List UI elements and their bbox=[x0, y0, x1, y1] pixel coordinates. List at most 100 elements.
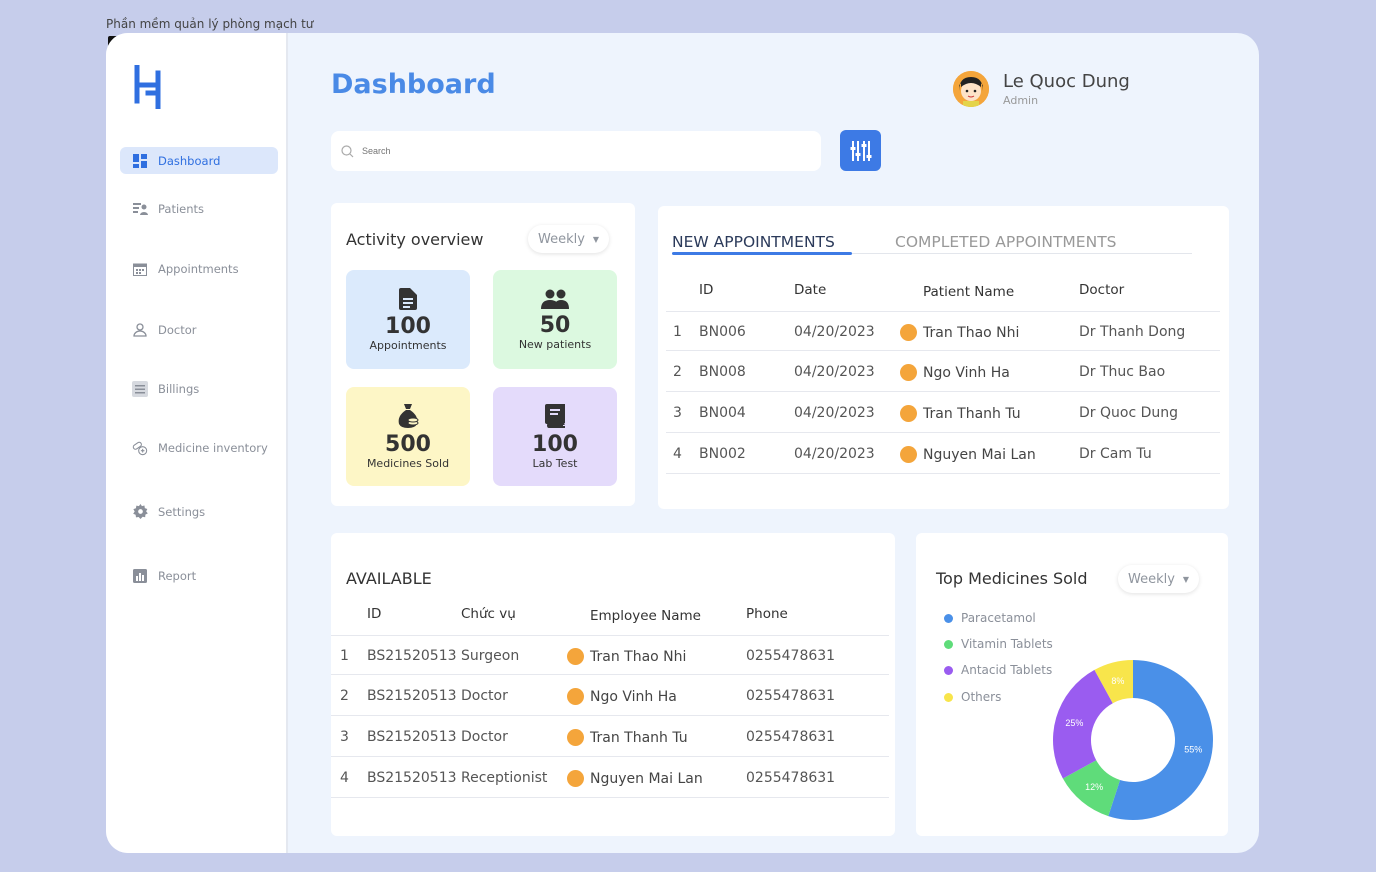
sidebar-item-label: Report bbox=[158, 568, 197, 583]
book-icon bbox=[545, 403, 565, 428]
pie-label: 8% bbox=[1111, 676, 1124, 686]
table-row[interactable]: 2 BN008 04/20/2023 Ngo Vinh Ha Dr Thuc B… bbox=[666, 352, 1220, 392]
available-staff-card: AVAILABLE ID Chức vụ Employee Name Phone… bbox=[331, 533, 895, 836]
appointment-id: BN004 bbox=[699, 405, 746, 421]
col-header-date: Date bbox=[794, 282, 827, 298]
avatar bbox=[900, 446, 917, 463]
stat-appointments[interactable]: 100 Appointments bbox=[346, 270, 470, 369]
sidebar-item-label: Appointments bbox=[158, 261, 239, 276]
col-header-patient-name: Patient Name bbox=[923, 284, 1015, 300]
sidebar-item-settings[interactable]: Settings bbox=[120, 498, 278, 525]
users-icon bbox=[541, 289, 569, 309]
row-number: 2 bbox=[340, 688, 349, 704]
employee-name-text: Ngo Vinh Ha bbox=[590, 688, 677, 705]
stat-new-patients[interactable]: 50 New patients bbox=[493, 270, 617, 369]
employee-name-text: Tran Thanh Tu bbox=[590, 729, 688, 746]
avatar bbox=[567, 770, 584, 787]
employee-role: Doctor bbox=[461, 688, 508, 704]
doctor-name: Dr Thuc Bao bbox=[1079, 364, 1166, 380]
employee-phone: 0255478631 bbox=[746, 648, 836, 664]
sidebar-item-label: Settings bbox=[158, 504, 206, 519]
sidebar-item-report[interactable]: Report bbox=[120, 562, 278, 589]
legend-label: Others bbox=[961, 690, 1002, 704]
sidebar-item-label: Medicine inventory bbox=[158, 440, 268, 455]
user-name: Le Quoc Dung bbox=[1003, 71, 1130, 92]
employee-name-text: Nguyen Mai Lan bbox=[590, 770, 703, 787]
doctor-name: Dr Quoc Dung bbox=[1079, 405, 1179, 421]
filter-button[interactable] bbox=[840, 130, 881, 171]
employee-phone: 0255478631 bbox=[746, 729, 836, 745]
employee-name: Tran Thanh Tu bbox=[567, 729, 688, 746]
patients-icon bbox=[132, 201, 148, 217]
table-row[interactable]: 4 BN002 04/20/2023 Nguyen Mai Lan Dr Cam… bbox=[666, 434, 1220, 474]
appointment-id: BN002 bbox=[699, 446, 746, 462]
sliders-icon bbox=[850, 140, 871, 161]
main-content: Dashboard Le Quoc Dung Admin Search Acti… bbox=[288, 33, 1259, 853]
pie-label: 12% bbox=[1085, 782, 1103, 792]
sidebar-item-patients[interactable]: Patients bbox=[120, 195, 278, 222]
patient-name: Tran Thanh Tu bbox=[900, 405, 1021, 422]
stat-value: 500 bbox=[385, 431, 431, 457]
appointment-date: 04/20/2023 bbox=[794, 324, 875, 340]
sidebar-item-label: Doctor bbox=[158, 322, 197, 337]
row-number: 3 bbox=[673, 405, 682, 421]
app-window: Dashboard Patients Appointments Doctor B… bbox=[106, 33, 1259, 853]
window-title: Phần mềm quản lý phòng mạch tư bbox=[106, 17, 314, 31]
patient-name-text: Tran Thao Nhi bbox=[923, 324, 1020, 341]
row-number: 1 bbox=[673, 324, 682, 340]
caret-down-icon: ▼ bbox=[1182, 574, 1190, 584]
user-profile[interactable]: Le Quoc Dung Admin bbox=[953, 71, 1130, 107]
table-row[interactable]: 4 BS21520513 Receptionist Nguyen Mai Lan… bbox=[331, 758, 889, 798]
table-row[interactable]: 3 BS21520513 Doctor Tran Thanh Tu 025547… bbox=[331, 717, 889, 757]
sidebar-item-label: Patients bbox=[158, 201, 205, 216]
user-role: Admin bbox=[1003, 94, 1039, 107]
top-medicines-period-dropdown[interactable]: Weekly ▼ bbox=[1118, 565, 1200, 593]
sidebar-item-billings[interactable]: Billings bbox=[120, 375, 278, 402]
appointment-date: 04/20/2023 bbox=[794, 405, 875, 421]
table-row[interactable]: 2 BS21520513 Doctor Ngo Vinh Ha 02554786… bbox=[331, 676, 889, 716]
search-input[interactable] bbox=[362, 146, 802, 156]
appointment-id: BN006 bbox=[699, 324, 746, 340]
employee-id: BS21520513 bbox=[367, 648, 457, 664]
document-icon bbox=[399, 287, 417, 310]
appointment-date: 04/20/2023 bbox=[794, 446, 875, 462]
patient-name-text: Tran Thanh Tu bbox=[923, 405, 1021, 422]
stat-medicines-sold[interactable]: 500 Medicines Sold bbox=[346, 387, 470, 486]
legend-label: Paracetamol bbox=[961, 611, 1036, 625]
employee-name: Ngo Vinh Ha bbox=[567, 688, 677, 705]
patient-name: Nguyen Mai Lan bbox=[900, 446, 1036, 463]
employee-role: Receptionist bbox=[461, 770, 548, 786]
sidebar-item-appointments[interactable]: Appointments bbox=[120, 255, 278, 282]
table-row[interactable]: 3 BN004 04/20/2023 Tran Thanh Tu Dr Quoc… bbox=[666, 393, 1220, 433]
stat-label: Appointments bbox=[369, 338, 447, 352]
activity-period-dropdown[interactable]: Weekly ▼ bbox=[528, 225, 610, 253]
col-header-phone: Phone bbox=[746, 606, 788, 622]
legend-swatch bbox=[944, 613, 953, 623]
report-icon bbox=[132, 568, 148, 584]
stat-lab-test[interactable]: 100 Lab Test bbox=[493, 387, 617, 486]
legend-item: Paracetamol bbox=[944, 611, 1036, 625]
employee-id: BS21520513 bbox=[367, 688, 457, 704]
col-header-id: ID bbox=[699, 282, 714, 298]
avatar bbox=[567, 688, 584, 705]
patient-name: Ngo Vinh Ha bbox=[900, 364, 1010, 381]
row-number: 2 bbox=[673, 364, 682, 380]
search-bar[interactable] bbox=[331, 131, 821, 171]
tab-new-appointments[interactable]: NEW APPOINTMENTS bbox=[672, 233, 835, 251]
col-header-id: ID bbox=[367, 606, 382, 622]
table-row[interactable]: 1 BN006 04/20/2023 Tran Thao Nhi Dr Than… bbox=[666, 311, 1220, 351]
money-bag-icon bbox=[398, 403, 419, 428]
tab-completed-appointments[interactable]: COMPLETED APPOINTMENTS bbox=[895, 233, 1117, 251]
tab-active-indicator bbox=[672, 252, 852, 255]
sidebar-item-doctor[interactable]: Doctor bbox=[120, 316, 278, 343]
appointment-date: 04/20/2023 bbox=[794, 364, 875, 380]
col-header-employee-name: Employee Name bbox=[590, 608, 701, 624]
table-row[interactable]: 1 BS21520513 Surgeon Tran Thao Nhi 02554… bbox=[331, 635, 889, 675]
page-title: Dashboard bbox=[331, 69, 496, 100]
legend-swatch bbox=[944, 692, 953, 702]
row-number: 1 bbox=[340, 648, 349, 664]
top-medicines-title: Top Medicines Sold bbox=[936, 569, 1088, 588]
legend-label: Vitamin Tablets bbox=[961, 637, 1053, 651]
sidebar-item-medicine-inventory[interactable]: Medicine inventory bbox=[120, 434, 278, 461]
sidebar-item-dashboard[interactable]: Dashboard bbox=[120, 147, 278, 174]
